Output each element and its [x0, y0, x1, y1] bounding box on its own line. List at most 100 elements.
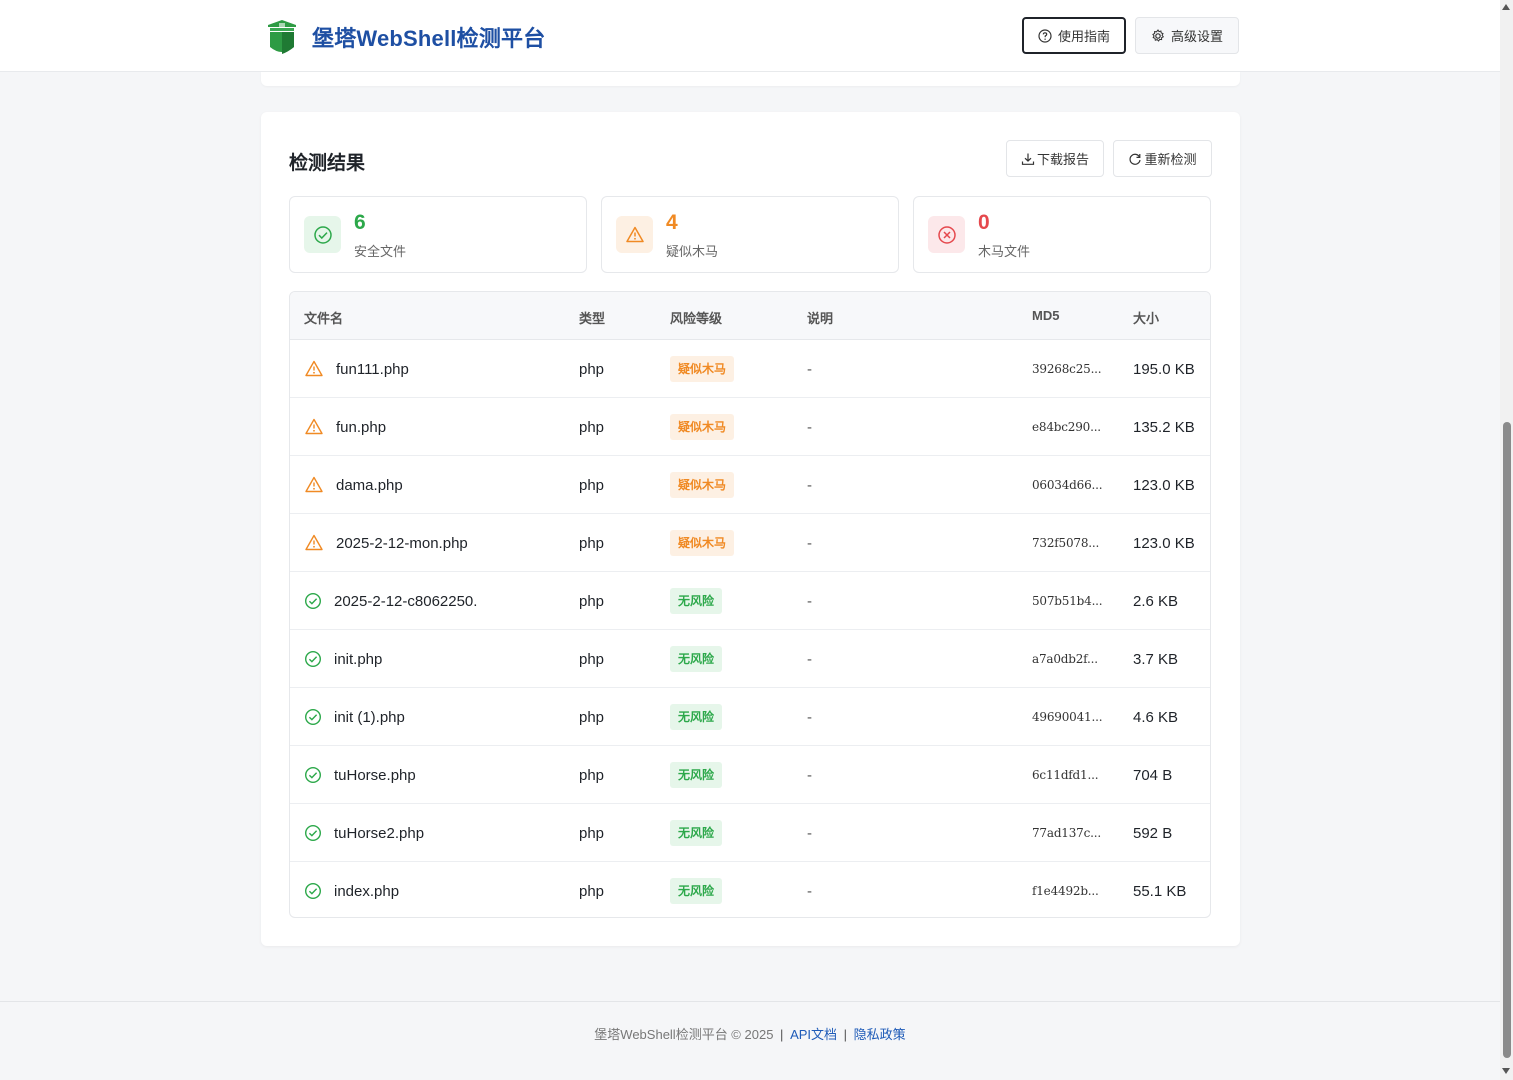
file-size: 123.0 KB — [1133, 476, 1195, 494]
table-row[interactable]: 2025-2-12-c8062250. php 无风险 - 507b51b4... 2.6… — [290, 572, 1210, 630]
file-type: php — [579, 766, 605, 784]
user-guide-label: 使用指南 — [1057, 29, 1110, 44]
file-type: php — [579, 882, 605, 900]
file-size: 592 B — [1133, 824, 1173, 842]
file-md5: f1e4492b... — [1032, 884, 1099, 898]
table-row[interactable]: dama.php php 疑似木马 - 06034d66... 123.0 KB — [290, 456, 1210, 514]
table-row[interactable]: fun111.php php 疑似木马 - 39268c25... 195.0 KB — [290, 340, 1210, 398]
file-description: - — [807, 534, 812, 552]
recheck-button[interactable]: 重新检测 — [1113, 140, 1212, 177]
suspicious-label: 疑似木马 — [666, 244, 719, 259]
col-size[interactable]: 大小 — [1133, 308, 1159, 327]
table-row[interactable]: init.php php 无风险 - a7a0db2f... 3.7 KB — [290, 630, 1210, 688]
file-size: 4.6 KB — [1133, 708, 1179, 726]
table-row[interactable]: tuHorse2.php php 无风险 - 77ad137c... 592 B — [290, 804, 1210, 862]
scroll-down-arrow-icon[interactable] — [1502, 1068, 1510, 1074]
download-report-button[interactable]: 下载报告 — [1006, 140, 1104, 177]
x-circle-icon — [928, 216, 965, 253]
suspicious-count: 4 — [666, 211, 678, 234]
file-name: tuHorse.php — [334, 766, 416, 784]
col-type[interactable]: 类型 — [579, 308, 605, 327]
file-name-cell: fun111.php — [304, 340, 409, 398]
user-guide-button[interactable]: 使用指南 — [1022, 17, 1126, 54]
table-row[interactable]: 2025-2-12-mon.php php 疑似木马 - 732f5078... 123.… — [290, 514, 1210, 572]
table-row[interactable]: init (1).php php 无风险 - 49690041... 4.6 KB — [290, 688, 1210, 746]
scrollbar-thumb[interactable] — [1503, 422, 1511, 1058]
risk-cell: 无风险 — [670, 630, 723, 688]
file-name-cell: init (1).php — [304, 688, 405, 746]
file-type: php — [579, 592, 605, 610]
file-name-cell: tuHorse.php — [304, 746, 416, 804]
results-table: 文件名 类型 风险等级 说明 MD5 大小 fun111.php php 疑似木马 -… — [289, 291, 1211, 918]
risk-cell: 无风险 — [670, 804, 723, 862]
file-description: - — [807, 360, 812, 378]
file-type: php — [579, 708, 605, 726]
risk-cell: 疑似木马 — [670, 514, 735, 572]
page: 堡塔WebShell检测平台 使用指南 高级设置 检测结果 下载报告 重新检测 … — [0, 0, 1513, 1080]
risk-badge: 无风险 — [670, 762, 723, 788]
risk-cell: 无风险 — [670, 862, 723, 917]
scroll-up-arrow-icon[interactable] — [1502, 4, 1510, 10]
risk-badge: 无风险 — [670, 588, 723, 614]
file-md5: 49690041... — [1032, 710, 1103, 724]
file-name: tuHorse2.php — [334, 824, 425, 842]
privacy-policy-link[interactable]: 隐私政策 — [854, 1027, 906, 1042]
stat-safe-files: 6 安全文件 — [289, 196, 587, 273]
check-circle-icon — [304, 708, 322, 726]
file-description: - — [807, 882, 812, 900]
check-circle-icon — [304, 882, 322, 900]
warning-icon — [304, 417, 324, 437]
col-md5[interactable]: MD5 — [1032, 308, 1059, 323]
table-row[interactable]: tuHorse.php php 无风险 - 6c11dfd1... 704 B — [290, 746, 1210, 804]
risk-badge: 疑似木马 — [670, 472, 735, 498]
risk-cell: 无风险 — [670, 746, 723, 804]
table-row[interactable]: fun.php php 疑似木马 - e84bc290... 135.2 KB — [290, 398, 1210, 456]
risk-badge: 无风险 — [670, 646, 723, 672]
advanced-settings-button[interactable]: 高级设置 — [1135, 17, 1239, 54]
file-type: php — [579, 360, 605, 378]
check-circle-icon — [304, 216, 341, 253]
table-row[interactable]: index.php php 无风险 - f1e4492b... 55.1 KB — [290, 862, 1210, 917]
file-name-cell: tuHorse2.php — [304, 804, 424, 862]
file-name: 2025-2-12-mon.php — [336, 534, 468, 552]
col-description[interactable]: 说明 — [807, 308, 833, 327]
footer: 堡塔WebShell检测平台 © 2025 | API文档 | 隐私政策 — [0, 1001, 1500, 1080]
check-circle-icon — [304, 824, 322, 842]
file-description: - — [807, 824, 812, 842]
warning-icon — [304, 533, 324, 553]
brand[interactable]: 堡塔WebShell检测平台 — [264, 17, 545, 57]
safe-label: 安全文件 — [354, 244, 407, 259]
file-md5: e84bc290... — [1032, 420, 1101, 434]
risk-badge: 无风险 — [670, 878, 723, 904]
file-name-cell: 2025-2-12-mon.php — [304, 514, 468, 572]
file-type: php — [579, 824, 605, 842]
file-name-cell: 2025-2-12-c8062250. — [304, 572, 477, 630]
stat-trojan-files: 0 木马文件 — [913, 196, 1211, 273]
file-size: 123.0 KB — [1133, 534, 1195, 552]
table-header: 文件名 类型 风险等级 说明 MD5 大小 — [290, 292, 1210, 340]
warning-icon — [304, 475, 324, 495]
help-circle-icon — [1038, 28, 1052, 43]
download-report-label: 下载报告 — [1036, 152, 1089, 167]
file-name: fun.php — [336, 418, 387, 436]
col-filename[interactable]: 文件名 — [304, 308, 343, 327]
risk-cell: 无风险 — [670, 688, 723, 746]
file-type: php — [579, 418, 605, 436]
gear-icon — [1152, 28, 1165, 42]
file-name: 2025-2-12-c8062250. — [334, 592, 478, 610]
recheck-label: 重新检测 — [1144, 152, 1197, 167]
risk-cell: 疑似木马 — [670, 340, 735, 398]
page-scrollbar[interactable] — [1500, 0, 1513, 1080]
file-type: php — [579, 650, 605, 668]
file-md5: 77ad137c... — [1032, 826, 1101, 840]
col-risk-level[interactable]: 风险等级 — [670, 308, 722, 327]
file-name-cell: fun.php — [304, 398, 386, 456]
file-description: - — [807, 708, 812, 726]
risk-badge: 疑似木马 — [670, 530, 735, 556]
file-name-cell: index.php — [304, 862, 399, 917]
file-type: php — [579, 534, 605, 552]
file-name: dama.php — [336, 476, 403, 494]
api-docs-link[interactable]: API文档 — [790, 1027, 837, 1042]
results-card: 检测结果 下载报告 重新检测 6 安全文件 4 疑似木马 0 木马文件 文件名 … — [261, 112, 1240, 946]
risk-badge: 疑似木马 — [670, 414, 735, 440]
